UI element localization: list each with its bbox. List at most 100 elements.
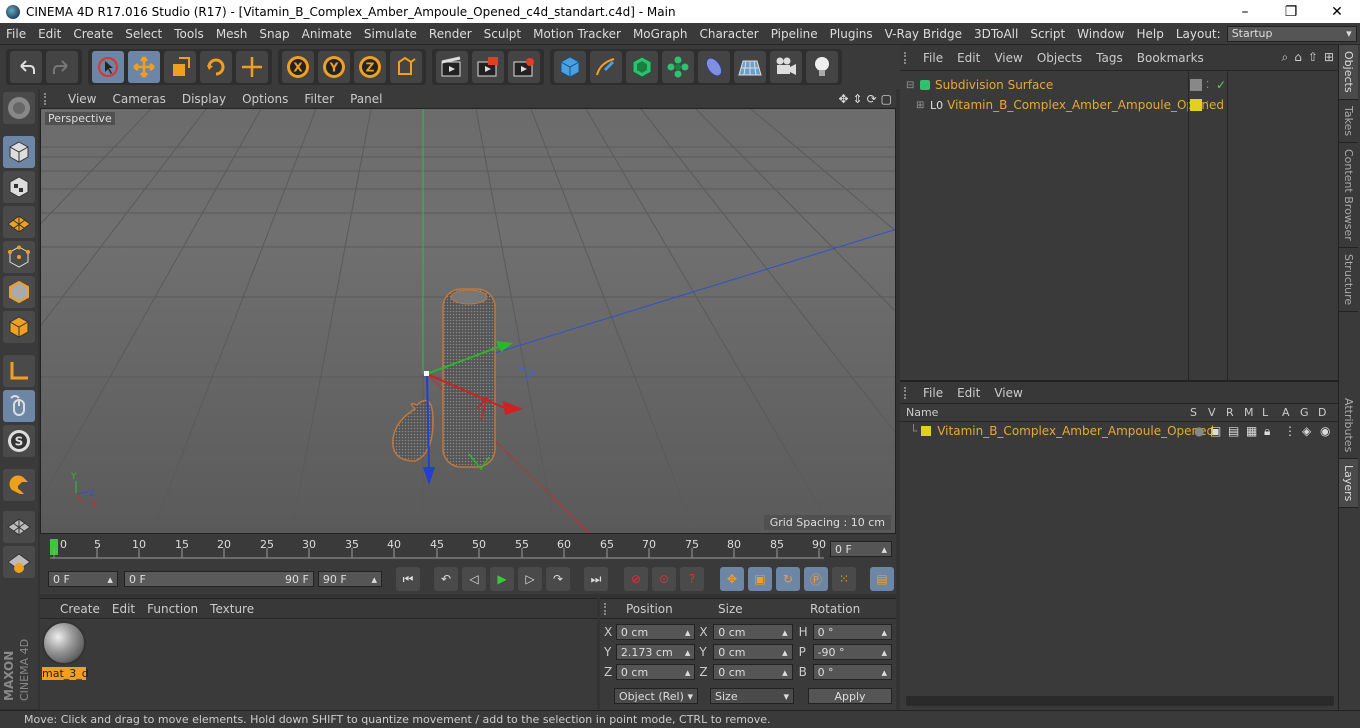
column-name[interactable]: Name	[906, 406, 938, 419]
make-editable-icon[interactable]	[3, 92, 35, 124]
quantize-icon[interactable]	[3, 546, 35, 578]
layer-row[interactable]: └ Vitamin_B_Complex_Amber_Ampoule_Opened…	[900, 422, 1338, 440]
end-frame-field[interactable]: 90 F ▴	[317, 571, 382, 587]
go-to-start-icon[interactable]: ⏮	[395, 567, 420, 591]
layer-color-icon[interactable]	[1190, 99, 1202, 111]
menu-motion-tracker[interactable]: Motion Tracker	[527, 27, 627, 41]
perspective-viewport[interactable]: Y Z X Perspective Grid Spacing : 10 cm	[40, 108, 896, 534]
apply-button[interactable]: Apply	[808, 688, 892, 704]
workplane-lock-icon[interactable]	[3, 511, 35, 543]
drag-handle-icon[interactable]	[604, 602, 626, 615]
object-menu-tags[interactable]: Tags	[1089, 51, 1130, 65]
key-scale-icon[interactable]: ▣	[747, 567, 772, 591]
menu-create[interactable]: Create	[67, 27, 119, 41]
edges-mode-icon[interactable]	[3, 276, 35, 308]
position-y-field[interactable]: 2.173 cm ▴	[615, 644, 696, 660]
tab-takes[interactable]: Takes	[1339, 100, 1358, 143]
polygons-mode-icon[interactable]	[3, 311, 35, 343]
key-rotation-icon[interactable]: ↻	[775, 567, 800, 591]
column-manager[interactable]: M	[1244, 406, 1254, 419]
collapse-icon[interactable]: ⊟	[906, 80, 918, 91]
viewport-rotate-icon[interactable]: ⟳	[867, 92, 877, 106]
rotation-h-field[interactable]: 0 ° ▴	[812, 624, 892, 640]
tab-objects[interactable]: Objects	[1339, 45, 1358, 100]
camera-label[interactable]: Perspective	[45, 112, 115, 125]
deformer-toggle-icon[interactable]: ◉	[1320, 424, 1330, 438]
position-x-field[interactable]: 0 cm ▴	[615, 624, 696, 640]
menu-mograph[interactable]: MoGraph	[627, 27, 694, 41]
viewport-zoom-icon[interactable]: ⇕	[853, 92, 863, 106]
visibility-dots-icon[interactable]: ⁚	[1206, 80, 1209, 91]
menu-simulate[interactable]: Simulate	[358, 27, 423, 41]
viewport-maximize-icon[interactable]: ▢	[881, 92, 892, 106]
menu-file[interactable]: File	[0, 27, 32, 41]
material-menu-create[interactable]: Create	[40, 602, 106, 616]
mograph-cloner-icon[interactable]	[662, 51, 694, 83]
recent-tool-icon[interactable]	[236, 51, 268, 83]
menu-snap[interactable]: Snap	[253, 27, 295, 41]
viewport-menu-cameras[interactable]: Cameras	[104, 92, 173, 106]
solo-toggle-icon[interactable]: ●	[1194, 424, 1204, 438]
rotation-p-field[interactable]: -90 ° ▴	[812, 644, 892, 660]
column-render[interactable]: R	[1226, 406, 1234, 419]
solo-mode-icon[interactable]: S	[3, 425, 35, 457]
menu-help[interactable]: Help	[1130, 27, 1169, 41]
horizontal-scrollbar[interactable]	[906, 696, 1334, 706]
timeline-ruler[interactable]: 0 5 10 15 20 25 30 35 40 45 50 55 60 65 …	[40, 534, 896, 564]
axis-mode-icon[interactable]	[3, 355, 35, 387]
deformer-icon[interactable]	[698, 51, 730, 83]
layer-menu-file[interactable]: File	[916, 386, 950, 400]
floor-object-icon[interactable]	[734, 51, 766, 83]
object-menu-bookmarks[interactable]: Bookmarks	[1130, 51, 1211, 65]
size-z-field[interactable]: 0 cm ▴	[713, 664, 793, 680]
subdivision-surface-icon[interactable]	[626, 51, 658, 83]
column-deformers[interactable]: D	[1318, 406, 1326, 419]
render-settings-icon[interactable]	[508, 51, 540, 83]
menu-window[interactable]: Window	[1071, 27, 1130, 41]
size-y-field[interactable]: 0 cm ▴	[713, 644, 793, 660]
object-menu-view[interactable]: View	[987, 51, 1029, 65]
object-row-subdivision-surface[interactable]: ⊟ Subdivision Surface ⁚ ✓	[906, 75, 1338, 95]
material-menu-function[interactable]: Function	[141, 602, 204, 616]
drag-handle-icon[interactable]	[904, 51, 916, 64]
material-swatch[interactable]: mat_3_d	[42, 621, 89, 680]
tab-structure[interactable]: Structure	[1339, 248, 1358, 312]
snap-icon[interactable]	[3, 469, 35, 501]
tab-layers[interactable]: Layers	[1339, 459, 1358, 509]
coordinate-mode-select[interactable]: Object (Rel) ▾	[614, 688, 698, 704]
previous-frame-icon[interactable]: ◁	[461, 567, 486, 591]
tweak-mode-icon[interactable]	[3, 390, 35, 422]
frame-range-slider[interactable]: 0 F 90 F	[123, 571, 314, 587]
menu-edit[interactable]: Edit	[32, 27, 67, 41]
viewport-menu-filter[interactable]: Filter	[296, 92, 342, 106]
texture-mode-icon[interactable]	[3, 171, 35, 203]
record-keys-icon[interactable]: ⊘	[623, 567, 648, 591]
keyframe-selection-icon[interactable]: ?	[679, 567, 704, 591]
menu-script[interactable]: Script	[1024, 27, 1071, 41]
key-pla-icon[interactable]: ⁙	[831, 567, 856, 591]
view-toggle-icon[interactable]: ▣	[1210, 424, 1221, 438]
up-arrow-icon[interactable]: ⇧	[1308, 50, 1318, 65]
undo-icon[interactable]	[10, 51, 42, 83]
viewport-menu-panel[interactable]: Panel	[342, 92, 390, 106]
layer-color-icon[interactable]	[921, 426, 932, 436]
maximize-button[interactable]: ❐	[1268, 0, 1314, 23]
column-generators[interactable]: G	[1300, 406, 1309, 419]
layout-select[interactable]: Startup ▾	[1226, 25, 1357, 42]
timeline-window-icon[interactable]: ▤	[869, 567, 894, 591]
render-view-icon[interactable]	[436, 51, 468, 83]
column-solo[interactable]: S	[1190, 406, 1197, 419]
redo-icon[interactable]	[46, 51, 78, 83]
material-menu-texture[interactable]: Texture	[204, 602, 260, 616]
viewport-menu-options[interactable]: Options	[234, 92, 296, 106]
key-parameter-icon[interactable]: Ⓟ	[803, 567, 828, 591]
visibility-dots-icon[interactable]: ⁚	[1206, 100, 1209, 111]
z-axis-lock-icon[interactable]: Z	[354, 51, 386, 83]
close-button[interactable]: ✕	[1314, 0, 1360, 23]
go-to-end-icon[interactable]: ⏭	[583, 567, 608, 591]
column-locked[interactable]: L	[1262, 406, 1268, 419]
layer-swatch-icon[interactable]	[1190, 79, 1202, 91]
object-menu-objects[interactable]: Objects	[1030, 51, 1089, 65]
viewport-menu-view[interactable]: View	[60, 92, 104, 106]
menu-character[interactable]: Character	[693, 27, 764, 41]
